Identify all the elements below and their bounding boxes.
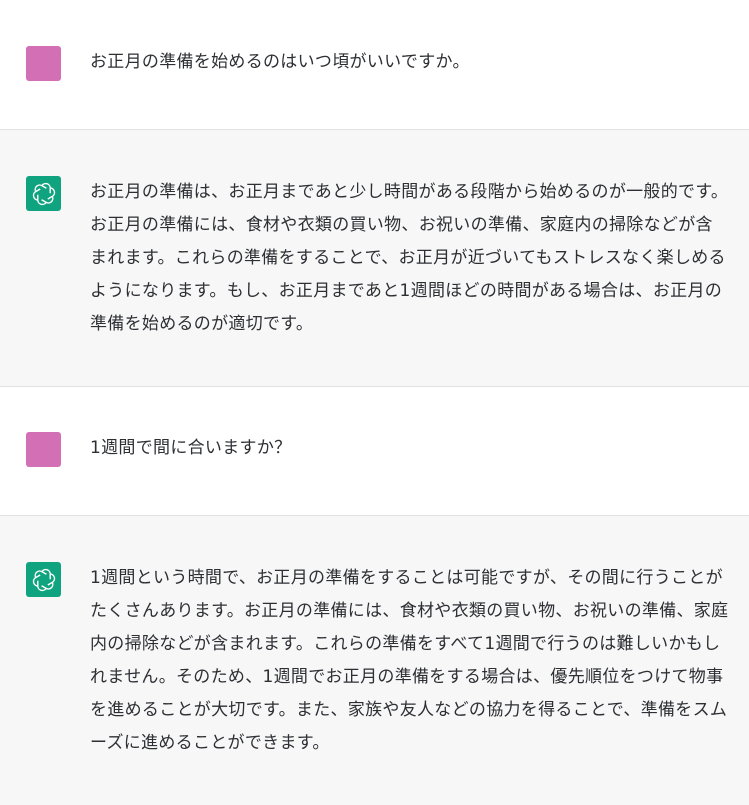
chat-thread: お正月の準備を始めるのはいつ頃がいいですか。 お正月の準備は、お正月まであと少し… [0,0,749,805]
assistant-avatar [26,562,61,597]
user-message: 1週間で間に合いますか？ [0,387,749,515]
user-avatar [26,46,61,81]
openai-logo-icon [32,568,55,591]
user-message: お正月の準備を始めるのはいつ頃がいいですか。 [0,0,749,129]
assistant-message: お正月の準備は、お正月まであと少し時間がある段階から始めるのが一般的です。お正月… [0,129,749,387]
user-avatar [26,432,61,467]
message-text: お正月の準備は、お正月まであと少し時間がある段階から始めるのが一般的です。お正月… [90,182,729,334]
openai-logo-icon [32,182,55,205]
assistant-message: 1週間という時間で、お正月の準備をすることは可能ですが、その間に行うことがたくさ… [0,515,749,805]
message-text: 1週間という時間で、お正月の準備をすることは可能ですが、その間に行うことがたくさ… [90,568,729,753]
message-text: お正月の準備を始めるのはいつ頃がいいですか。 [90,52,470,72]
message-text: 1週間で間に合いますか？ [90,438,292,458]
assistant-avatar [26,176,61,211]
